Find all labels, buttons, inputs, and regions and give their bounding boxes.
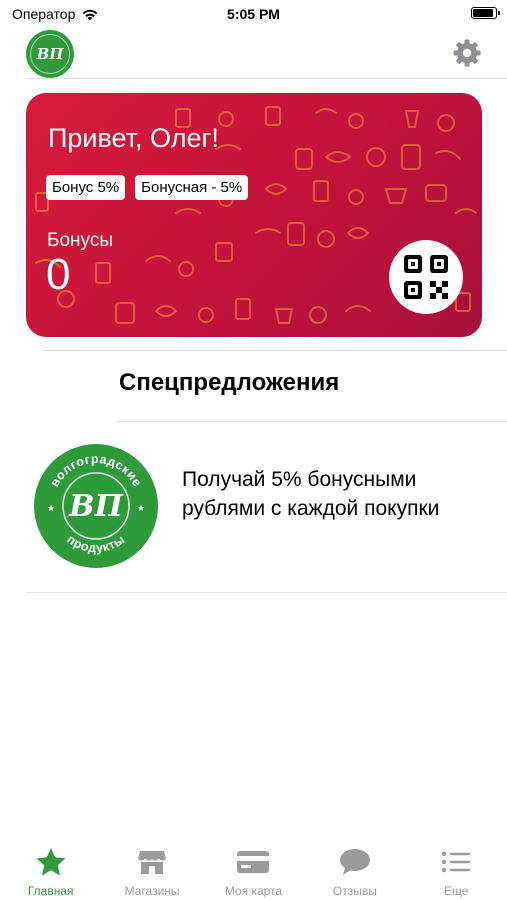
- status-bar: Оператор 5:05 PM: [0, 0, 507, 28]
- tab-home-label: Главная: [27, 884, 74, 898]
- brand-logo: ВП: [26, 30, 74, 78]
- bonus-card-chip: Бонусная - 5%: [135, 175, 249, 200]
- battery-icon: [471, 7, 500, 19]
- status-time: 5:05 PM: [227, 6, 280, 22]
- tab-home[interactable]: Главная: [0, 840, 101, 900]
- tab-my-card-label: Моя карта: [224, 884, 283, 898]
- bonus-chip: Бонус 5%: [46, 175, 126, 200]
- offer-description: Получай 5% бонусными рублями с каждой по…: [182, 468, 440, 520]
- list-icon: [442, 851, 471, 873]
- battery-level: [473, 9, 493, 17]
- gear-icon[interactable]: [452, 38, 482, 68]
- star-icon: [36, 848, 66, 876]
- qr-code-icon: [404, 255, 448, 299]
- logo-star-right: ★: [137, 503, 145, 513]
- offer-divider: [26, 592, 507, 593]
- bonus-chips: Бонус 5% Бонусная - 5%: [46, 175, 249, 200]
- bonus-balance: 0: [46, 250, 71, 299]
- logo-star-left: ★: [47, 503, 55, 513]
- tab-more-label: Еще: [444, 884, 469, 898]
- tab-reviews-label: Отзывы: [332, 884, 377, 898]
- tab-my-card[interactable]: Моя карта: [203, 840, 304, 900]
- card-icon: [237, 851, 270, 873]
- store-icon: [138, 851, 167, 874]
- tab-reviews[interactable]: Отзывы: [304, 840, 405, 900]
- tab-bar: Главная Магазины Моя карта Отзывы Еще: [0, 840, 507, 900]
- section-divider: [117, 421, 507, 422]
- tab-more[interactable]: Еще: [406, 840, 507, 900]
- tab-stores-label: Магазины: [124, 884, 180, 898]
- header-divider: [26, 78, 507, 79]
- tab-stores[interactable]: Магазины: [101, 840, 202, 900]
- card-divider: [43, 350, 507, 351]
- bonus-label: Бонусы: [47, 230, 113, 251]
- loyalty-card[interactable]: Привет, Олег! Бонус 5% Бонусная - 5% Бон…: [26, 93, 482, 337]
- chat-bubble-icon: [339, 849, 370, 875]
- offer-brand-logo: волгоградские продукты ВП ★ ★: [34, 444, 158, 568]
- logo-monogram: ВП: [68, 489, 124, 524]
- greeting-text: Привет, Олег!: [48, 123, 219, 153]
- offer-item[interactable]: волгоградские продукты ВП ★ ★ Получай 5%…: [26, 436, 507, 592]
- qr-code-button[interactable]: [389, 240, 463, 314]
- section-title: Спецпредложения: [119, 369, 340, 396]
- brand-logo-monogram: ВП: [30, 34, 70, 74]
